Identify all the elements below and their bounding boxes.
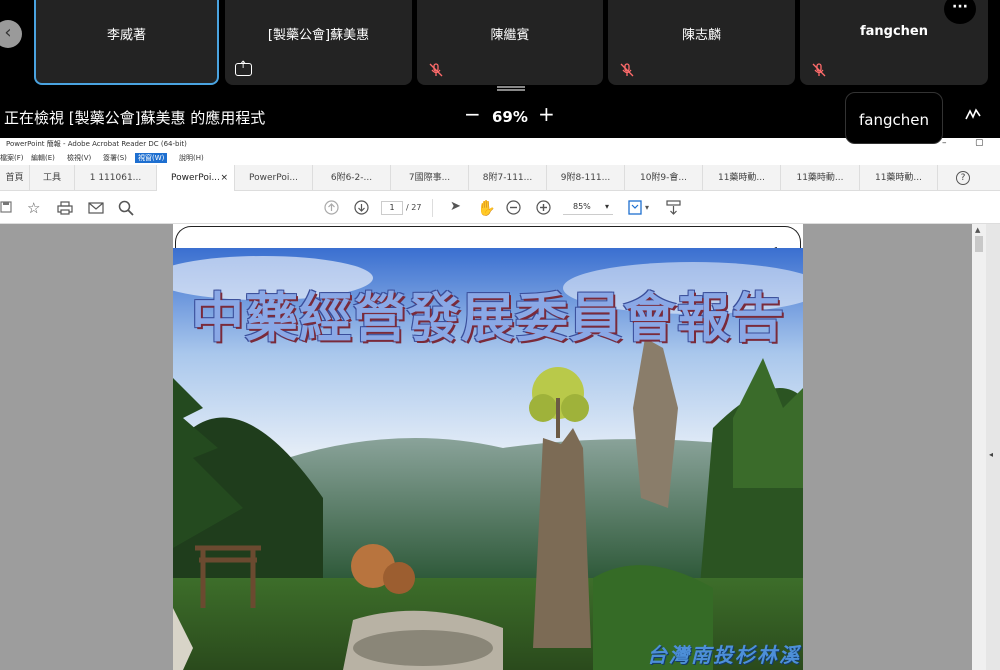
- tab-home[interactable]: 首頁: [0, 165, 30, 191]
- vertical-scrollbar[interactable]: ▲: [972, 224, 986, 670]
- slide-image: 中藥經營發展委員會報告 台灣南投杉林溪: [173, 248, 803, 670]
- participant-name: 陳繼賓: [490, 28, 530, 43]
- tab-document[interactable]: 8附7-111...: [469, 165, 547, 191]
- tab-document[interactable]: 7國際事...: [391, 165, 469, 191]
- annotate-icon[interactable]: [964, 107, 982, 123]
- minimize-icon[interactable]: –: [942, 138, 947, 148]
- page-fit-icon[interactable]: [628, 200, 642, 215]
- scroll-up-icon[interactable]: ▲: [975, 226, 980, 234]
- acrobat-window: PowerPoint 簡報 - Adobe Acrobat Reader DC …: [0, 138, 1000, 670]
- tab-document-active[interactable]: PowerPoi... ×: [157, 165, 235, 191]
- tab-document[interactable]: 11藥時動...: [703, 165, 781, 191]
- select-cursor-icon[interactable]: ➤: [450, 199, 461, 214]
- close-tab-icon[interactable]: ×: [220, 165, 228, 191]
- mic-off-icon: [812, 63, 826, 77]
- chevron-left-icon[interactable]: ◂: [989, 450, 993, 459]
- pdf-page: 1: [173, 224, 803, 670]
- print-icon[interactable]: [57, 201, 73, 215]
- zoom-in-button[interactable]: +: [538, 102, 555, 126]
- menu-bar: 檔案(F) 編輯(E) 檢視(V) 簽署(S) 視窗(W) 說明(H): [0, 152, 1000, 164]
- chevron-down-icon: ▾: [604, 202, 609, 211]
- email-icon[interactable]: [88, 202, 104, 214]
- active-speaker-badge: fangchen: [845, 92, 943, 144]
- participant-tile[interactable]: 李威著: [34, 0, 219, 85]
- slide-title: 中藥經營發展委員會報告: [191, 287, 785, 349]
- save-icon[interactable]: [0, 201, 12, 213]
- tab-label: PowerPoi...: [171, 173, 220, 183]
- participant-tile[interactable]: 陳志麟: [608, 0, 795, 85]
- viewing-label: 正在檢視 [製藥公會]蘇美惠 的應用程式: [4, 109, 266, 127]
- share-screen-icon: [235, 60, 252, 76]
- tab-document[interactable]: 11藥時動...: [860, 165, 938, 191]
- participant-name: 李威著: [106, 28, 146, 43]
- zoom-out-button[interactable]: −: [464, 102, 481, 126]
- tab-document[interactable]: 9附8-111...: [547, 165, 625, 191]
- previous-page-icon[interactable]: [324, 200, 339, 215]
- chevron-down-icon[interactable]: ▾: [645, 203, 649, 212]
- document-viewer[interactable]: 1: [0, 224, 1000, 670]
- tab-document[interactable]: 1 111061...: [75, 165, 157, 191]
- maximize-icon[interactable]: ▢: [975, 138, 984, 148]
- scroll-left-button[interactable]: ‹: [0, 20, 22, 48]
- tab-document[interactable]: 6附6-2-...: [313, 165, 391, 191]
- menu-edit[interactable]: 編輯(E): [31, 153, 55, 163]
- scrollbar-thumb[interactable]: [975, 236, 983, 252]
- participant-tile[interactable]: [製藥公會]蘇美惠: [225, 0, 412, 85]
- tab-document[interactable]: PowerPoi...: [235, 165, 313, 191]
- search-icon[interactable]: [118, 200, 134, 216]
- participant-name: [製藥公會]蘇美惠: [267, 28, 370, 43]
- zoom-level: 69%: [492, 108, 528, 126]
- participant-tile[interactable]: 陳繼賓: [417, 0, 603, 85]
- menu-sign[interactable]: 簽署(S): [103, 153, 127, 163]
- zoom-in-icon[interactable]: [536, 200, 551, 215]
- menu-view[interactable]: 檢視(V): [67, 153, 91, 163]
- menu-file[interactable]: 檔案(F): [0, 153, 24, 163]
- bookmark-star-icon[interactable]: ☆: [27, 199, 40, 217]
- menu-window[interactable]: 視窗(W): [135, 153, 168, 163]
- hand-tool-icon[interactable]: ✋: [477, 199, 496, 217]
- scroll-mode-icon[interactable]: [666, 200, 681, 215]
- drag-handle[interactable]: [497, 86, 525, 91]
- page-number-input[interactable]: 1: [381, 201, 403, 215]
- next-page-icon[interactable]: [354, 200, 369, 215]
- menu-help[interactable]: 說明(H): [179, 153, 204, 163]
- right-pane-toggle[interactable]: ◂: [986, 224, 1000, 670]
- participant-name: fangchen: [859, 24, 929, 39]
- zoom-value: 85%: [573, 202, 591, 211]
- zoom-out-icon[interactable]: [506, 200, 521, 215]
- tab-tools[interactable]: 工具: [30, 165, 75, 191]
- page-total: / 27: [406, 203, 422, 212]
- participant-name: 陳志麟: [681, 28, 721, 43]
- toolbar: ☆ 1 / 27 ➤ ✋ 85% ▾ ▾: [0, 191, 1000, 224]
- tab-bar: 首頁 工具 1 111061... PowerPoi... × PowerPoi…: [0, 165, 1000, 191]
- tab-document[interactable]: 11藥時動...: [781, 165, 860, 191]
- toolbar-divider: [432, 199, 433, 217]
- tab-document[interactable]: 10附9-會...: [625, 165, 703, 191]
- zoom-select[interactable]: 85% ▾: [563, 201, 613, 215]
- mic-off-icon: [620, 63, 634, 77]
- slide-caption: 台灣南投杉林溪: [647, 643, 801, 667]
- mic-off-icon: [429, 63, 443, 77]
- help-icon[interactable]: ?: [956, 171, 970, 185]
- participant-strip: ‹ 李威著 [製藥公會]蘇美惠 陳繼賓 陳志麟 fangchen ···: [0, 0, 1000, 92]
